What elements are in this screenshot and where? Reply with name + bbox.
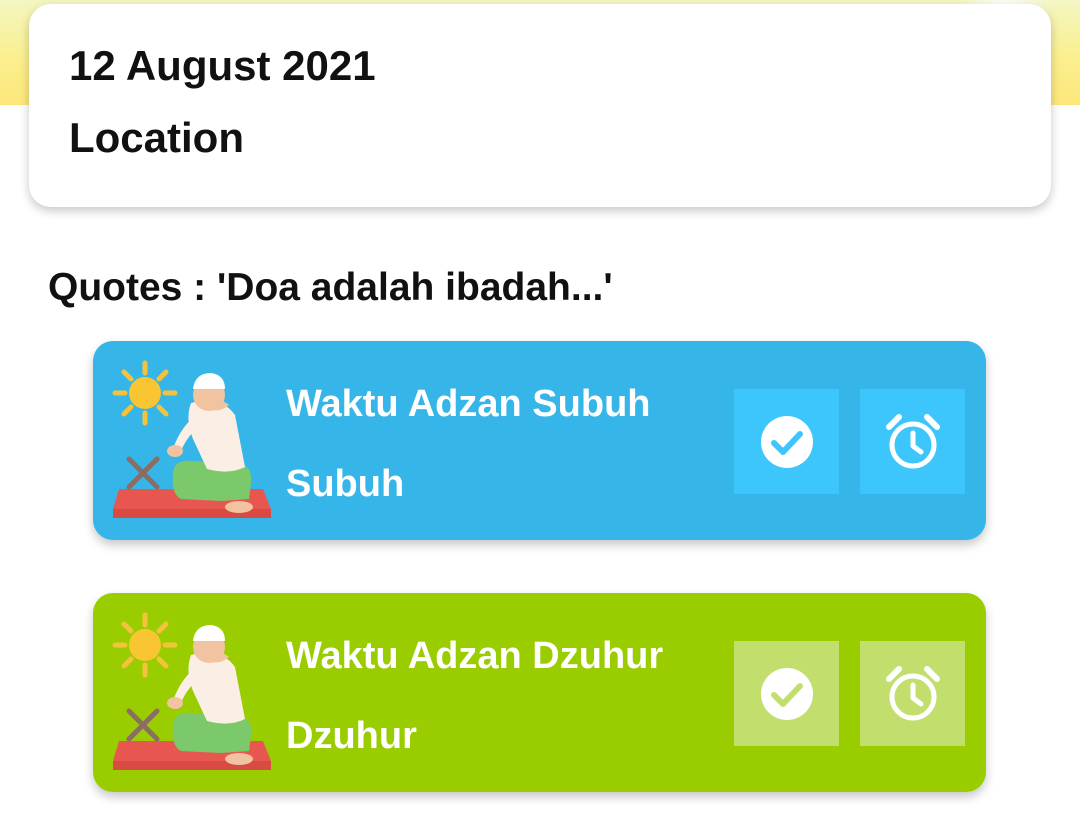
check-circle-icon <box>760 667 813 720</box>
date-location-card: 12 August 2021 Location <box>29 4 1051 207</box>
alarm-clock-icon <box>885 665 940 720</box>
prayer-title: Waktu Adzan Dzuhur <box>286 635 664 677</box>
set-alarm-button[interactable] <box>860 389 965 494</box>
quote-text: Quotes : 'Doa adalah ibadah...' <box>48 266 613 309</box>
prayer-name: Subuh <box>286 463 405 505</box>
location-label[interactable]: Location <box>69 114 244 162</box>
prayer-name: Dzuhur <box>286 715 417 757</box>
set-alarm-button[interactable] <box>860 641 965 746</box>
alarm-clock-icon <box>885 413 940 468</box>
check-circle-icon <box>760 415 813 468</box>
sun-icon <box>112 612 178 678</box>
prayer-card-dzuhur[interactable]: Waktu Adzan Dzuhur Dzuhur <box>93 593 986 792</box>
mark-done-button[interactable] <box>734 389 839 494</box>
praying-man-illustration <box>112 360 271 518</box>
prayer-card-subuh[interactable]: Waktu Adzan Subuh Subuh <box>93 341 986 540</box>
praying-man-illustration <box>112 612 271 770</box>
sun-icon <box>112 360 178 426</box>
date-label: 12 August 2021 <box>69 42 376 89</box>
mark-done-button[interactable] <box>734 641 839 746</box>
prayer-title: Waktu Adzan Subuh <box>286 383 651 425</box>
